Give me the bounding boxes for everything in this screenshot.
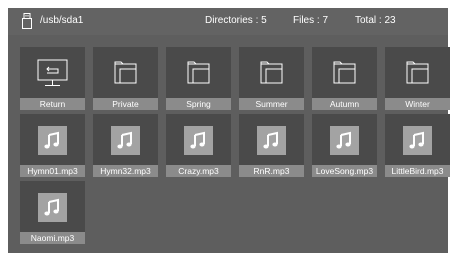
tile-label: Hymn01.mp3 xyxy=(20,165,85,177)
tile-label: LittleBird.mp3 xyxy=(385,165,450,177)
tile-file-lovesong[interactable]: LoveSong.mp3 xyxy=(312,114,377,177)
music-note-icon xyxy=(111,126,140,155)
tile-label: Spring xyxy=(166,98,231,110)
tile-file-hymn32[interactable]: Hymn32.mp3 xyxy=(93,114,158,177)
tile-label: Return xyxy=(20,98,85,110)
tile-folder-autumn[interactable]: Autumn xyxy=(312,47,377,110)
tile-file-naomi[interactable]: Naomi.mp3 xyxy=(20,181,85,244)
folder-icon xyxy=(260,61,283,84)
tile-label: Naomi.mp3 xyxy=(20,232,85,244)
tile-label: Autumn xyxy=(312,98,377,110)
tile-label: Private xyxy=(93,98,158,110)
music-note-icon xyxy=(38,126,67,155)
header-bar: /usb/sda1 Directories : 5 Files : 7 Tota… xyxy=(8,8,448,35)
tile-file-littlebird[interactable]: LittleBird.mp3 xyxy=(385,114,450,177)
tile-label: Hymn32.mp3 xyxy=(93,165,158,177)
tile-file-hymn01[interactable]: Hymn01.mp3 xyxy=(20,114,85,177)
music-note-icon xyxy=(257,126,286,155)
monitor-return-icon xyxy=(37,59,68,86)
tile-label: LoveSong.mp3 xyxy=(312,165,377,177)
folder-icon xyxy=(187,61,210,84)
directories-count: Directories : 5 xyxy=(205,15,267,26)
current-path: /usb/sda1 xyxy=(40,15,84,26)
folder-icon xyxy=(406,61,429,84)
tile-return[interactable]: Return xyxy=(20,47,85,110)
tile-label: Summer xyxy=(239,98,304,110)
music-note-icon xyxy=(38,193,67,222)
tile-label: Crazy.mp3 xyxy=(166,165,231,177)
file-browser-window: /usb/sda1 Directories : 5 Files : 7 Tota… xyxy=(8,8,450,253)
tile-file-rnr[interactable]: RnR.mp3 xyxy=(239,114,304,177)
usb-drive-icon xyxy=(22,13,32,29)
tile-folder-winter[interactable]: Winter xyxy=(385,47,450,110)
folder-icon xyxy=(333,61,356,84)
music-note-icon xyxy=(403,126,432,155)
tile-label: RnR.mp3 xyxy=(239,165,304,177)
folder-icon xyxy=(114,61,137,84)
tile-folder-summer[interactable]: Summer xyxy=(239,47,304,110)
tile-label: Winter xyxy=(385,98,450,110)
total-count: Total : 23 xyxy=(355,15,396,26)
music-note-icon xyxy=(330,126,359,155)
tile-folder-private[interactable]: Private xyxy=(93,47,158,110)
tile-folder-spring[interactable]: Spring xyxy=(166,47,231,110)
music-note-icon xyxy=(184,126,213,155)
tile-file-crazy[interactable]: Crazy.mp3 xyxy=(166,114,231,177)
files-count: Files : 7 xyxy=(293,15,329,26)
